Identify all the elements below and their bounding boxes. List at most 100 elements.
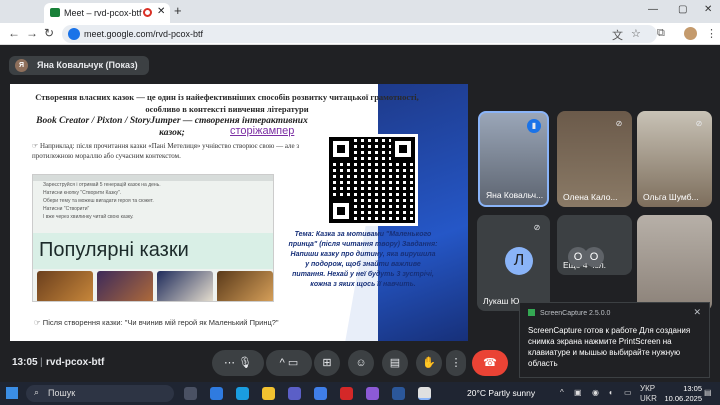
language-indicator[interactable]: УКР UKR: [640, 384, 657, 404]
more-options-button[interactable]: ⋮: [446, 350, 466, 376]
meeting-code: rvd-pcox-btf: [46, 357, 105, 368]
thumbnail: [217, 271, 273, 301]
windows-taskbar: ⌕ Пошук 20°C Partly sunny ^ ▣ ◉ ◖ ▭ УКР …: [0, 382, 720, 405]
url-text: meet.google.com/rvd-pcox-btf: [84, 29, 204, 39]
browser-toolbar: ← → ↻ meet.google.com/rvd-pcox-btf 文 ☆ ⧉…: [0, 23, 720, 45]
camera-button[interactable]: ^ ▭: [266, 350, 312, 376]
wifi-icon[interactable]: ◉: [592, 388, 599, 397]
notification-close-icon[interactable]: ✕: [693, 307, 701, 318]
tab-title: Meet – rvd-pcox-btf: [64, 8, 142, 18]
chevron-up-icon: ^: [279, 357, 285, 369]
language-line: UKR: [640, 394, 657, 403]
clock-divider: |: [40, 357, 43, 368]
participant-name: Олена Кало...: [563, 192, 618, 202]
extensions-icon[interactable]: ⧉: [657, 27, 665, 40]
taskbar-search[interactable]: ⌕ Пошук: [26, 385, 174, 402]
mic-off-icon: ⊘: [533, 223, 541, 232]
minimize-icon[interactable]: —: [648, 4, 658, 15]
reload-icon[interactable]: ↻: [44, 26, 54, 40]
word-icon[interactable]: [392, 387, 405, 400]
storyjumper-link[interactable]: сторіжампер: [230, 125, 294, 137]
system-time: 13:05: [683, 384, 702, 393]
slide-question: ☞ Після створення казки: "Чи вчинив мій …: [34, 318, 279, 327]
presenter-chip[interactable]: Я Яна Ковальчук (Показ): [9, 56, 149, 75]
store-icon[interactable]: [314, 387, 327, 400]
file-explorer-icon[interactable]: [262, 387, 275, 400]
meeting-clock: 13:05: [12, 357, 38, 368]
notifications-icon[interactable]: ▤: [704, 388, 712, 397]
slide-title: Створення власних казок — це один із най…: [35, 92, 419, 114]
participant-tile[interactable]: ⊘ Ольга Шумб...: [637, 111, 712, 207]
profile-avatar[interactable]: [684, 27, 697, 40]
qr-corner: [329, 137, 353, 161]
screen: Meet – rvd-pcox-btf ✕ + — ▢ ✕ ← → ↻ meet…: [0, 0, 720, 405]
forward-icon[interactable]: →: [26, 26, 38, 40]
site-info-icon[interactable]: [68, 28, 80, 40]
bookmark-star-icon[interactable]: ☆: [631, 27, 641, 40]
slide-task: Тема: Казка за мотивами "Маленького прин…: [288, 231, 438, 288]
participant-avatar: Л: [505, 247, 533, 275]
notification-body: ScreenCapture готов к работе Для создани…: [528, 326, 691, 368]
shot-item: Обери тему та можеш вигадати героя та сю…: [43, 198, 154, 204]
edge-browser-icon[interactable]: [236, 387, 249, 400]
chrome-icon[interactable]: [418, 387, 431, 400]
tray-app-icon[interactable]: ▣: [574, 388, 582, 397]
captions-button[interactable]: ▤: [382, 350, 408, 376]
opera-icon[interactable]: [340, 387, 353, 400]
back-icon[interactable]: ←: [8, 26, 20, 40]
reactions-button[interactable]: ☺: [348, 350, 374, 376]
slide-example: ☞ Наприклад: після прочитання казки «Пан…: [32, 142, 300, 160]
participant-name: Ольга Шумб...: [643, 192, 699, 202]
thumbnail: [157, 271, 213, 301]
task-view-icon[interactable]: [184, 387, 197, 400]
screencapture-notification[interactable]: ScreenCapture 2.5.0.0 ✕ ScreenCapture го…: [519, 302, 710, 378]
qr-code: [326, 134, 418, 226]
windows-start-icon[interactable]: [6, 387, 18, 399]
shot-item: Натисни кнопку "Створити Казку".: [43, 190, 122, 196]
tab-meet[interactable]: Meet – rvd-pcox-btf ✕: [44, 3, 170, 23]
embedded-screenshot: Зареєструйся і отримай 5 генерацій казок…: [32, 174, 274, 302]
viber-icon[interactable]: [366, 387, 379, 400]
system-date: 10.06.2025: [664, 394, 702, 403]
emoji-icon: ☺: [355, 357, 367, 369]
close-tab-icon[interactable]: ✕: [157, 6, 165, 17]
camera-icon: ▭: [287, 357, 299, 369]
presenter-avatar: Я: [15, 59, 28, 72]
translate-icon[interactable]: 文: [612, 27, 623, 43]
qr-corner: [329, 199, 353, 223]
present-button[interactable]: ⊞: [314, 350, 340, 376]
battery-icon[interactable]: ▭: [624, 388, 632, 397]
teams-icon[interactable]: [288, 387, 301, 400]
microphone-button[interactable]: ⋯ 🎙: [212, 350, 264, 376]
maximize-icon[interactable]: ▢: [678, 4, 687, 15]
shot-item: І вже через хвилинку читай свою казку.: [43, 214, 134, 220]
shot-item: Зареєструйся і отримай 5 генерацій казок…: [43, 182, 161, 188]
tray-chevron-icon[interactable]: ^: [560, 388, 564, 397]
recording-icon: [143, 8, 152, 17]
participant-tile[interactable]: ⊘ Л Лукаш Ю...: [477, 215, 550, 311]
participant-tile[interactable]: ▮ Яна Ковальч...: [478, 111, 549, 207]
weather-widget[interactable]: 20°C Partly sunny: [467, 388, 535, 398]
leave-call-button[interactable]: ☎: [472, 350, 508, 376]
search-icon: ⌕: [34, 387, 40, 397]
more-audio-icon: ⋯: [223, 357, 235, 369]
mic-off-icon: ⊘: [615, 119, 623, 128]
captions-icon: ▤: [389, 357, 401, 369]
new-tab-icon[interactable]: +: [174, 3, 182, 18]
raise-hand-button[interactable]: ✋: [416, 350, 442, 376]
menu-dots-icon[interactable]: ⋮: [706, 27, 717, 40]
story-thumbnails: [37, 271, 273, 301]
participant-tile[interactable]: ⊘ Олена Кало...: [557, 111, 632, 207]
participant-name: Яна Ковальч...: [486, 190, 544, 200]
close-window-icon[interactable]: ✕: [704, 4, 712, 15]
thumbnail: [37, 271, 93, 301]
shot-item: Натисни "Створити": [43, 206, 90, 212]
address-bar[interactable]: meet.google.com/rvd-pcox-btf: [62, 25, 657, 43]
qr-corner: [391, 137, 415, 161]
edge-icon[interactable]: [210, 387, 223, 400]
participant-tile-video[interactable]: [637, 215, 712, 311]
system-clock[interactable]: 13:05 10.06.2025: [662, 384, 702, 404]
participant-avatar: О: [584, 247, 604, 267]
mic-icon: 🎙: [238, 357, 253, 369]
volume-icon[interactable]: ◖: [608, 388, 613, 397]
